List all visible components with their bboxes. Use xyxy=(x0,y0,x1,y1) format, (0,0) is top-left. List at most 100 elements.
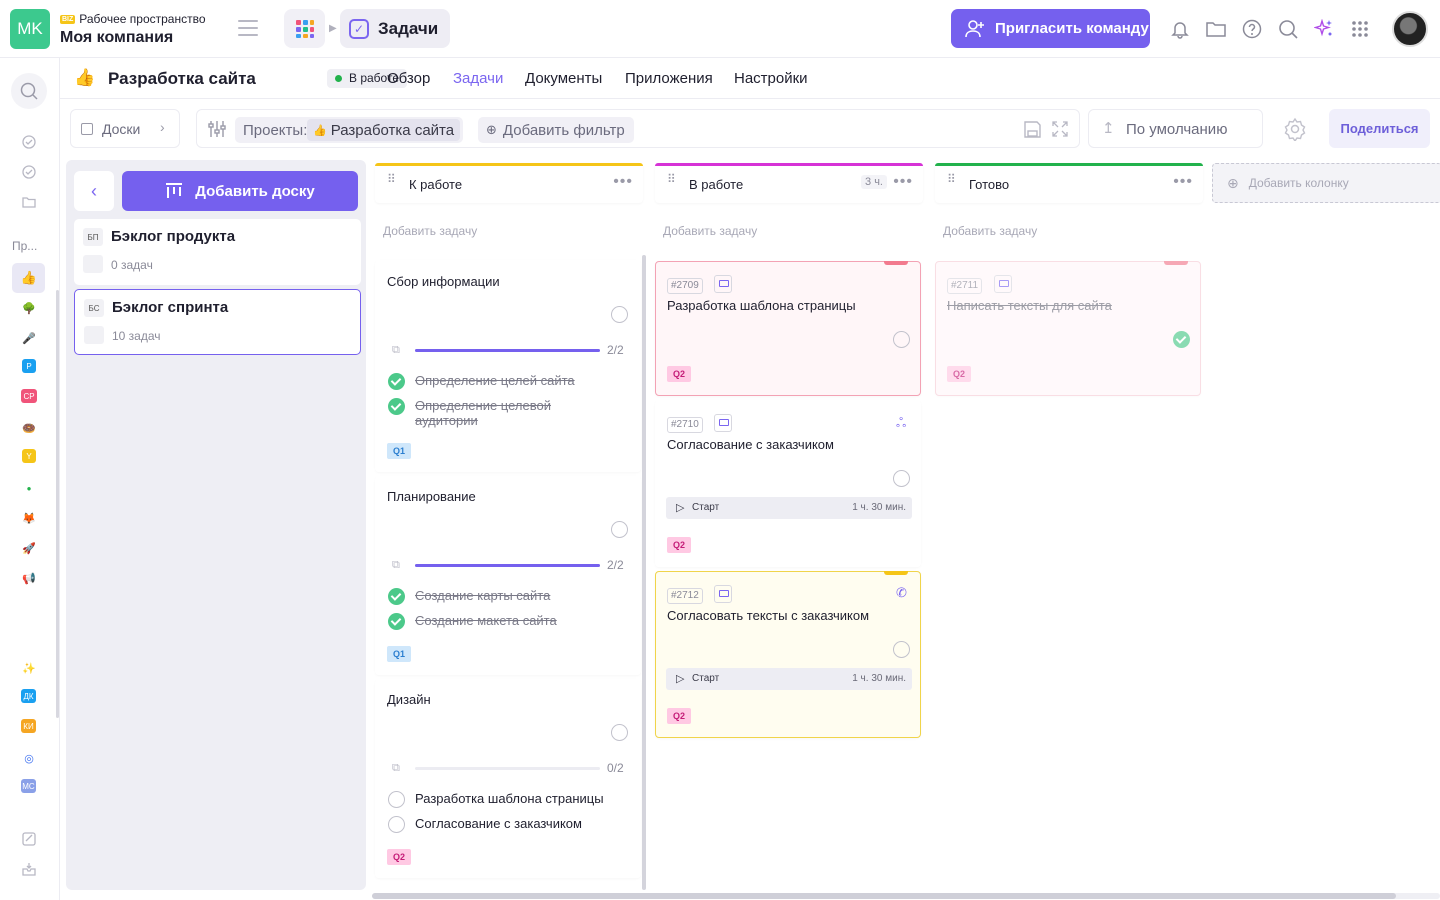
folder-icon[interactable] xyxy=(1204,17,1228,41)
comment-icon[interactable] xyxy=(714,275,732,293)
more-options-icon[interactable]: ••• xyxy=(893,173,913,191)
rail-check-2-icon[interactable] xyxy=(20,163,38,181)
rail-donut-icon[interactable]: 🍩 xyxy=(20,419,38,437)
rail-y-icon[interactable]: Y xyxy=(22,449,36,463)
tab-settings[interactable]: Настройки xyxy=(734,70,808,87)
add-task-input[interactable]: Добавить задачу xyxy=(935,210,1203,249)
tab-apps[interactable]: Приложения xyxy=(625,70,713,87)
sliders-icon[interactable] xyxy=(207,119,227,144)
task-id[interactable]: #2709 xyxy=(667,278,703,294)
rail-mic-icon[interactable]: 🎤 xyxy=(20,329,38,347)
priority-tag[interactable]: Q2 xyxy=(387,849,411,865)
comment-icon[interactable] xyxy=(714,414,732,432)
rail-monitor-icon[interactable]: 🖥 xyxy=(20,629,38,647)
drag-handle-icon[interactable]: ⠿ xyxy=(947,173,956,185)
workspace-label-row[interactable]: BIZ Рабочее пространство xyxy=(60,12,206,26)
workspace-name[interactable]: Моя компания xyxy=(60,29,173,47)
boards-dropdown[interactable]: Доски › xyxy=(70,109,180,148)
more-options-icon[interactable]: ••• xyxy=(1173,173,1193,191)
task-id[interactable]: #2712 xyxy=(667,588,703,604)
priority-tag[interactable]: Q2 xyxy=(667,537,691,553)
timer-bar[interactable]: ▷ Старт 1 ч. 30 мин. xyxy=(666,497,912,519)
rail-megaphone-icon[interactable]: 📢 xyxy=(20,569,38,587)
project-chip[interactable]: 👍 Разработка сайта xyxy=(307,119,461,141)
priority-tag[interactable]: Q2 xyxy=(667,708,691,724)
complete-toggle[interactable] xyxy=(893,641,910,658)
complete-toggle[interactable] xyxy=(611,306,628,323)
task-card[interactable]: Дизайн ⧉ 0/2 Разработка шаблона страницы… xyxy=(375,679,641,878)
tab-tasks[interactable]: Задачи xyxy=(453,70,503,87)
rail-spiral-icon[interactable]: ◎ xyxy=(20,749,38,767)
bell-icon[interactable] xyxy=(1168,17,1192,41)
timer-bar[interactable]: ▷ Старт 1 ч. 30 мин. xyxy=(666,668,912,690)
board-card-sprint-backlog[interactable]: БС Бэклог спринта 10 задач xyxy=(74,289,361,355)
complete-toggle[interactable] xyxy=(611,724,628,741)
add-task-input[interactable]: Добавить задачу xyxy=(655,210,923,249)
task-card[interactable]: #2709 Разработка шаблона страницы Q2 xyxy=(655,261,921,396)
add-filter-button[interactable]: ⊕ Добавить фильтр xyxy=(478,117,634,143)
column-header-todo[interactable]: ⠿ К работе ••• xyxy=(375,163,643,203)
column-header-done[interactable]: ⠿ Готово ••• xyxy=(935,163,1203,203)
priority-tag[interactable]: Q2 xyxy=(667,366,691,382)
subtask-done-toggle[interactable] xyxy=(388,373,405,390)
rail-cp-icon[interactable]: CP xyxy=(21,389,37,403)
expand-icon[interactable] xyxy=(1052,121,1068,142)
group-users-icon[interactable]: ஃ xyxy=(896,415,906,432)
rail-tree-icon[interactable]: 🌳 xyxy=(20,299,38,317)
invite-team-button[interactable]: Пригласить команду xyxy=(951,9,1150,48)
comment-icon[interactable] xyxy=(994,275,1012,293)
rail-dot-icon[interactable]: ● xyxy=(20,479,38,497)
projects-filter-chip[interactable]: Проекты: 👍 Разработка сайта xyxy=(235,117,463,143)
drag-handle-icon[interactable]: ⠿ xyxy=(667,173,676,185)
search-icon[interactable] xyxy=(1276,17,1300,41)
priority-tag[interactable]: Q1 xyxy=(387,443,411,459)
rail-folder-icon[interactable] xyxy=(20,193,38,211)
section-tasks-button[interactable]: ✓ Задачи xyxy=(340,9,450,48)
tab-documents[interactable]: Документы xyxy=(525,70,602,87)
complete-toggle[interactable] xyxy=(893,470,910,487)
task-id[interactable]: #2710 xyxy=(667,417,703,433)
priority-tag[interactable]: Q1 xyxy=(387,646,411,662)
task-card[interactable]: #2712 ✆ Согласовать тексты с заказчиком … xyxy=(655,571,921,738)
rail-ki-icon[interactable]: КИ xyxy=(21,719,36,733)
board-horizontal-scrollbar[interactable] xyxy=(372,893,1440,899)
rail-search-icon[interactable] xyxy=(11,73,47,109)
add-task-input[interactable]: Добавить задачу xyxy=(375,210,643,249)
subtask-done-toggle[interactable] xyxy=(388,791,405,808)
complete-toggle[interactable] xyxy=(1173,331,1190,348)
subtask-done-toggle[interactable] xyxy=(388,816,405,833)
more-options-icon[interactable]: ••• xyxy=(613,173,633,191)
rail-archive-icon[interactable] xyxy=(20,830,38,848)
subtask-done-toggle[interactable] xyxy=(388,398,405,415)
rail-inbox-icon[interactable] xyxy=(20,860,38,878)
comment-icon[interactable] xyxy=(714,585,732,603)
task-card[interactable]: #2710 ஃ Согласование с заказчиком ▷ Стар… xyxy=(655,400,921,567)
board-card-product-backlog[interactable]: БП Бэклог продукта 0 задач xyxy=(74,219,361,285)
add-column-button[interactable]: ⊕ Добавить колонку xyxy=(1212,163,1440,203)
sort-dropdown[interactable]: ↥ По умолчанию xyxy=(1088,109,1263,148)
complete-toggle[interactable] xyxy=(893,331,910,348)
task-id[interactable]: #2711 xyxy=(947,278,983,294)
phone-call-icon[interactable]: ✆ xyxy=(896,585,907,601)
task-card[interactable]: Сбор информации ⧉ 2/2 Определение целей … xyxy=(375,260,641,472)
subtask-done-toggle[interactable] xyxy=(388,588,405,605)
save-icon[interactable] xyxy=(1024,121,1041,143)
hamburger-menu-icon[interactable] xyxy=(238,20,258,36)
column-header-inprogress[interactable]: ⠿ В работе 3 ч. ••• xyxy=(655,163,923,203)
grid-dots-icon[interactable] xyxy=(1348,17,1372,41)
column-scrollbar[interactable] xyxy=(642,255,646,890)
rail-fox-icon[interactable]: 🦊 xyxy=(20,509,38,527)
rail-check-icon[interactable] xyxy=(20,133,38,151)
rail-mc-icon[interactable]: MC xyxy=(21,779,36,793)
task-card-completed[interactable]: #2711 Написать тексты для сайта Q2 xyxy=(935,261,1201,396)
rail-scrollbar[interactable] xyxy=(56,290,59,718)
user-avatar[interactable] xyxy=(1392,11,1428,47)
rail-mail-icon[interactable]: ✉ xyxy=(20,599,38,617)
rail-sparkles-icon[interactable]: ✨ xyxy=(20,659,38,677)
tab-overview[interactable]: Обзор xyxy=(387,70,430,87)
rail-rocket-icon[interactable]: 🚀 xyxy=(20,539,38,557)
rail-dk-icon[interactable]: ДК xyxy=(21,689,36,703)
subtask-done-toggle[interactable] xyxy=(388,613,405,630)
add-board-button[interactable]: Добавить доску xyxy=(122,171,358,211)
apps-grid-button[interactable] xyxy=(284,9,325,48)
